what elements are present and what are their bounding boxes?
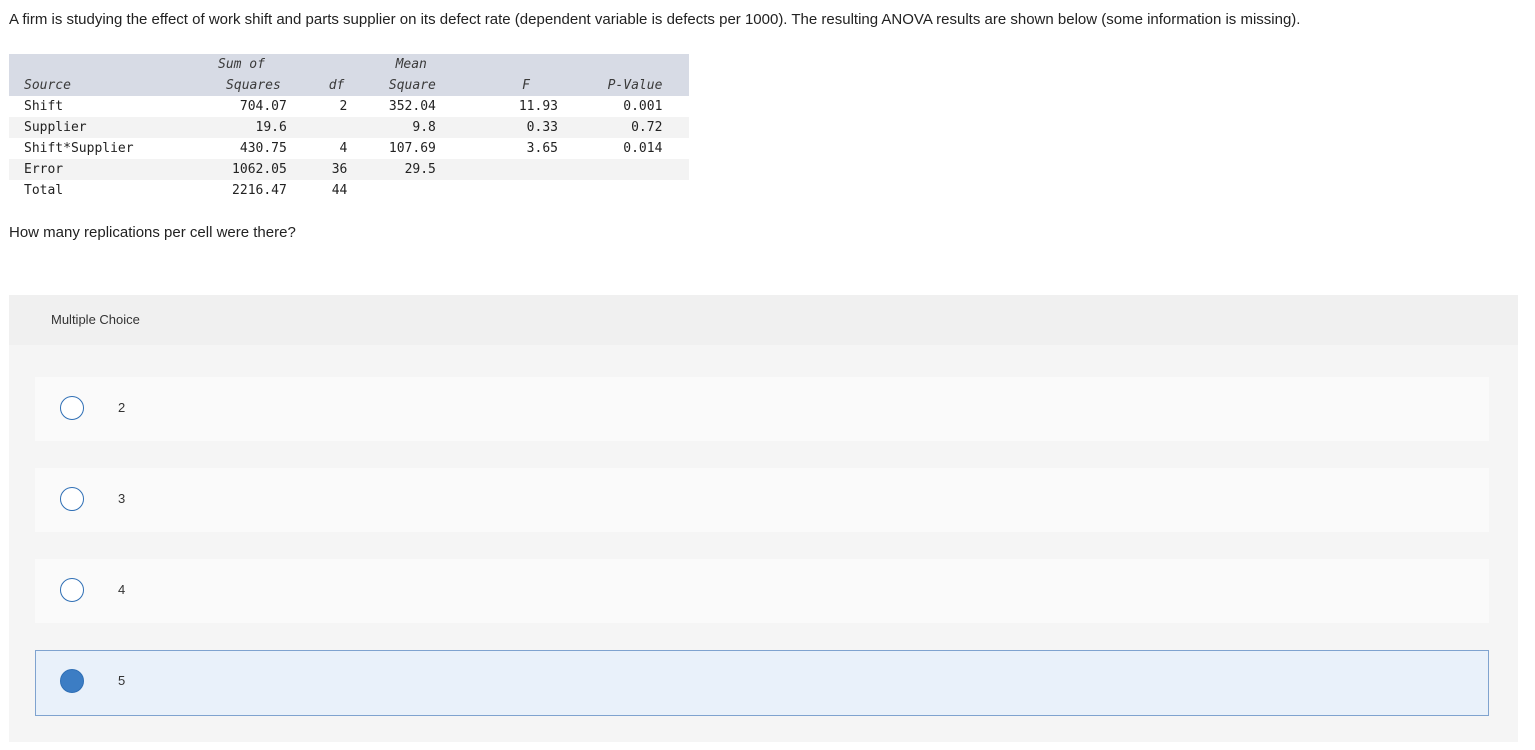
row-p: 0.72 — [631, 120, 663, 135]
header-ss-line1: Sum of — [218, 57, 265, 72]
row-f — [436, 180, 558, 201]
row-df: 44 — [331, 183, 348, 198]
header-ss-line2: Squares — [226, 78, 281, 93]
anova-table: Source Sum of Squares df Mean Square F P… — [9, 54, 689, 201]
row-p: 0.001 — [623, 99, 663, 114]
question-page: A firm is studying the effect of work sh… — [0, 0, 1535, 750]
row-ms: 352.04 — [388, 99, 436, 114]
table-row: Shift*Supplier 430.75 4 107.69 3.65 0.01… — [9, 138, 689, 159]
question-intro: A firm is studying the effect of work sh… — [9, 11, 1301, 28]
answer-option-label: 5 — [118, 673, 126, 688]
row-ss: 19.6 — [255, 120, 287, 135]
row-ms — [347, 180, 436, 201]
header-mean-square: Mean Square — [347, 54, 436, 96]
row-source: Supplier — [24, 120, 87, 135]
row-ms: 9.8 — [412, 120, 436, 135]
answer-option[interactable]: 4 — [35, 559, 1489, 623]
row-ss: 2216.47 — [232, 183, 287, 198]
header-ms-line2: Square — [388, 78, 436, 93]
answer-option[interactable]: 2 — [35, 377, 1489, 441]
header-df: df — [328, 78, 345, 93]
row-source: Total — [24, 183, 64, 198]
radio-button-selected[interactable] — [60, 669, 84, 693]
header-f: F — [522, 78, 530, 93]
header-ms-line1: Mean — [395, 57, 427, 72]
multiple-choice-header: Multiple Choice — [9, 295, 1518, 345]
radio-button[interactable] — [60, 578, 84, 602]
row-f: 11.93 — [518, 99, 558, 114]
row-p — [558, 159, 662, 180]
table-row: Total 2216.47 44 — [9, 180, 689, 201]
answer-option-label: 2 — [118, 400, 126, 415]
answer-option-label: 3 — [118, 491, 126, 506]
row-df — [287, 117, 348, 138]
row-p: 0.014 — [623, 141, 663, 156]
header-p-value: P-Value — [607, 78, 663, 93]
row-df: 2 — [339, 99, 348, 114]
row-ss: 704.07 — [239, 99, 287, 114]
row-ss: 430.75 — [239, 141, 287, 156]
row-source: Error — [24, 162, 64, 177]
row-df: 36 — [331, 162, 348, 177]
anova-header-row: Source Sum of Squares df Mean Square F P… — [9, 54, 689, 96]
radio-button[interactable] — [60, 396, 84, 420]
row-f: 3.65 — [526, 141, 558, 156]
row-ms: 29.5 — [404, 162, 436, 177]
row-source: Shift — [24, 99, 64, 114]
answer-option-selected[interactable]: 5 — [35, 650, 1489, 716]
row-source: Shift*Supplier — [24, 141, 134, 156]
row-ms: 107.69 — [388, 141, 436, 156]
table-row: Shift 704.07 2 352.04 11.93 0.001 — [9, 96, 689, 117]
answer-option-label: 4 — [118, 582, 126, 597]
radio-button[interactable] — [60, 487, 84, 511]
multiple-choice-panel: Multiple Choice 2 3 4 5 — [9, 295, 1518, 742]
table-row: Error 1062.05 36 29.5 — [9, 159, 689, 180]
row-df: 4 — [339, 141, 348, 156]
row-ss: 1062.05 — [232, 162, 287, 177]
header-source: Source — [24, 78, 71, 93]
multiple-choice-label: Multiple Choice — [51, 312, 140, 327]
header-sum-of-squares: Sum of Squares — [178, 54, 287, 96]
row-p — [558, 180, 662, 201]
question-prompt: How many replications per cell were ther… — [9, 224, 296, 241]
table-row: Supplier 19.6 9.8 0.33 0.72 — [9, 117, 689, 138]
row-f — [436, 159, 558, 180]
row-f: 0.33 — [526, 120, 558, 135]
answer-option[interactable]: 3 — [35, 468, 1489, 532]
